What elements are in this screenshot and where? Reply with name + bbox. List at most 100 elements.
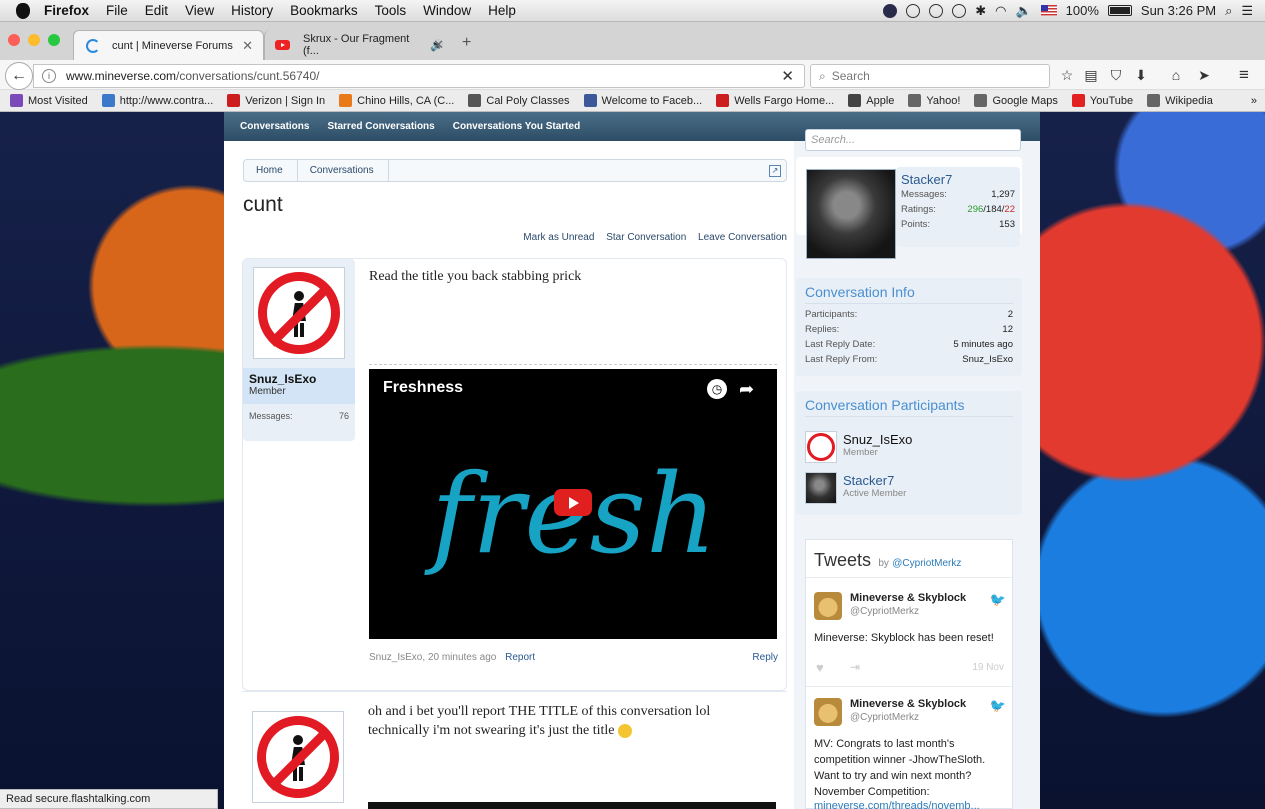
tray-clock-icon[interactable]: [929, 3, 944, 18]
bookmark-star-icon[interactable]: ☆: [1059, 67, 1075, 83]
watch-later-icon[interactable]: ◷: [707, 379, 727, 399]
menu-bookmarks[interactable]: Bookmarks: [290, 3, 358, 18]
search-placeholder: Search: [831, 69, 870, 83]
bookmark-item[interactable]: Welcome to Faceb...: [583, 94, 702, 107]
tab-skrux[interactable]: Skrux - Our Fragment (f... 🔊 ✕: [264, 30, 454, 60]
report-link[interactable]: Report: [505, 652, 535, 663]
tweet-avatar[interactable]: [814, 698, 842, 726]
close-tab-icon[interactable]: ✕: [433, 37, 444, 53]
home-icon[interactable]: ⌂: [1168, 67, 1184, 83]
back-button[interactable]: ←: [5, 62, 33, 90]
tweet-link[interactable]: mineverse.com/threads/novemb...: [814, 800, 980, 809]
play-icon[interactable]: [554, 489, 592, 516]
message-text: oh and i bet you'll report THE TITLE of …: [368, 702, 748, 740]
tray-app-icon[interactable]: [883, 3, 898, 18]
wifi-icon[interactable]: ◠: [995, 3, 1006, 19]
menu-help[interactable]: Help: [488, 3, 516, 18]
hamburger-menu-icon[interactable]: ≡: [1236, 66, 1252, 83]
share-tweet-icon[interactable]: ⇥: [850, 660, 860, 674]
new-tab-icon[interactable]: +: [462, 34, 471, 52]
close-window-button[interactable]: [8, 34, 20, 46]
bookmark-item[interactable]: Apple: [848, 94, 894, 107]
tweet-avatar[interactable]: [814, 592, 842, 620]
participant-name[interactable]: Stacker7: [843, 473, 906, 488]
clock[interactable]: Sun 3:26 PM: [1141, 3, 1216, 18]
avatar[interactable]: [252, 711, 344, 803]
forum-search-input[interactable]: Search...: [805, 129, 1021, 151]
more-bookmarks-icon[interactable]: »: [1251, 95, 1257, 107]
bookmark-item[interactable]: Yahoo!: [908, 94, 960, 107]
tweet-author[interactable]: Mineverse & Skyblock: [850, 698, 966, 710]
embedded-video[interactable]: Freshness ◷ ➦ fresh: [369, 369, 777, 639]
share-icon[interactable]: ➤: [1196, 67, 1212, 83]
menu-edit[interactable]: Edit: [145, 3, 168, 18]
battery-icon[interactable]: [1107, 5, 1132, 16]
tab-mineverse[interactable]: cunt | Mineverse Forums ✕: [73, 30, 264, 60]
reply-link[interactable]: Reply: [752, 652, 778, 663]
menu-window[interactable]: Window: [423, 3, 471, 18]
visitor-avatar[interactable]: [806, 169, 896, 259]
message-meta: Snuz_IsExo, 20 minutes ago Report: [369, 652, 536, 663]
leave-conversation-link[interactable]: Leave Conversation: [698, 232, 787, 243]
mark-unread-link[interactable]: Mark as Unread: [523, 232, 594, 243]
tray-check-icon[interactable]: [906, 3, 921, 18]
participant-name[interactable]: Snuz_IsExo: [843, 432, 912, 447]
tweet-handle[interactable]: @CypriotMerkz: [850, 712, 919, 723]
minimize-window-button[interactable]: [28, 34, 40, 46]
zoom-window-button[interactable]: [48, 34, 60, 46]
visitor-name[interactable]: Stacker7: [901, 172, 1015, 187]
tweet-handle[interactable]: @CypriotMerkz: [850, 606, 919, 617]
subnav-starred[interactable]: Starred Conversations: [327, 121, 434, 132]
jump-icon[interactable]: ↗: [769, 164, 781, 177]
breadcrumb-conversations[interactable]: Conversations: [298, 160, 389, 181]
bookmark-item[interactable]: Most Visited: [10, 94, 88, 107]
bookmark-item[interactable]: Wikipedia: [1147, 94, 1213, 107]
bookmark-item[interactable]: http://www.contra...: [101, 94, 213, 107]
participant-avatar[interactable]: [805, 431, 837, 463]
tweet[interactable]: Mineverse & Skyblock @CypriotMerkz 🐦 MV:…: [814, 698, 1006, 809]
bookmark-item[interactable]: Verizon | Sign In: [227, 94, 325, 107]
tweets-handle[interactable]: @CypriotMerkz: [892, 558, 961, 569]
search-bar[interactable]: ⌕ Search: [810, 64, 1050, 88]
bookmark-item[interactable]: Cal Poly Classes: [468, 94, 570, 107]
time-machine-icon[interactable]: [952, 3, 967, 18]
bookmark-item[interactable]: YouTube: [1071, 94, 1133, 107]
meta-author[interactable]: Snuz_IsExo: [369, 652, 422, 663]
participant-avatar[interactable]: [805, 472, 837, 504]
bookmark-item[interactable]: Wells Fargo Home...: [716, 94, 834, 107]
share-video-icon[interactable]: ➦: [739, 379, 754, 400]
star-conversation-link[interactable]: Star Conversation: [606, 232, 686, 243]
tweet-date[interactable]: 19 Nov: [972, 662, 1004, 673]
apple-icon[interactable]: [16, 2, 30, 19]
stop-icon[interactable]: ✕: [781, 67, 794, 85]
menu-view[interactable]: View: [185, 3, 214, 18]
avatar[interactable]: [253, 267, 345, 359]
site-info-icon[interactable]: i: [42, 69, 56, 83]
pocket-icon[interactable]: ⛉: [1108, 67, 1124, 83]
subnav-started[interactable]: Conversations You Started: [453, 121, 580, 132]
menu-file[interactable]: File: [106, 3, 128, 18]
us-flag-icon[interactable]: [1040, 5, 1057, 16]
menu-history[interactable]: History: [231, 3, 273, 18]
close-tab-icon[interactable]: ✕: [242, 38, 253, 54]
user-name[interactable]: Snuz_IsExo: [249, 372, 349, 386]
downloads-icon[interactable]: ⬇: [1133, 67, 1149, 83]
menu-tools[interactable]: Tools: [375, 3, 407, 18]
breadcrumb-home[interactable]: Home: [244, 160, 298, 181]
bookmark-item[interactable]: Google Maps: [974, 94, 1058, 107]
participant: Snuz_IsExo Member: [843, 432, 912, 458]
bluetooth-icon[interactable]: ✱: [975, 3, 986, 19]
reading-list-icon[interactable]: ▤: [1083, 67, 1099, 83]
menu-firefox[interactable]: Firefox: [44, 3, 89, 18]
info-value[interactable]: Snuz_IsExo: [962, 352, 1013, 367]
url-bar[interactable]: i www.mineverse.com/conversations/cunt.5…: [33, 64, 805, 88]
bookmark-item[interactable]: Chino Hills, CA (C...: [339, 94, 454, 107]
like-icon[interactable]: ♥: [816, 660, 824, 675]
embedded-video-partial[interactable]: [368, 802, 776, 809]
spotlight-icon[interactable]: ⌕: [1225, 3, 1232, 19]
tweet-author[interactable]: Mineverse & Skyblock: [850, 592, 966, 604]
notification-center-icon[interactable]: ☰: [1241, 3, 1253, 19]
subnav-conversations[interactable]: Conversations: [240, 121, 309, 132]
tweet[interactable]: Mineverse & Skyblock @CypriotMerkz 🐦 Min…: [814, 592, 1006, 684]
volume-icon[interactable]: 🔈: [1015, 3, 1031, 19]
